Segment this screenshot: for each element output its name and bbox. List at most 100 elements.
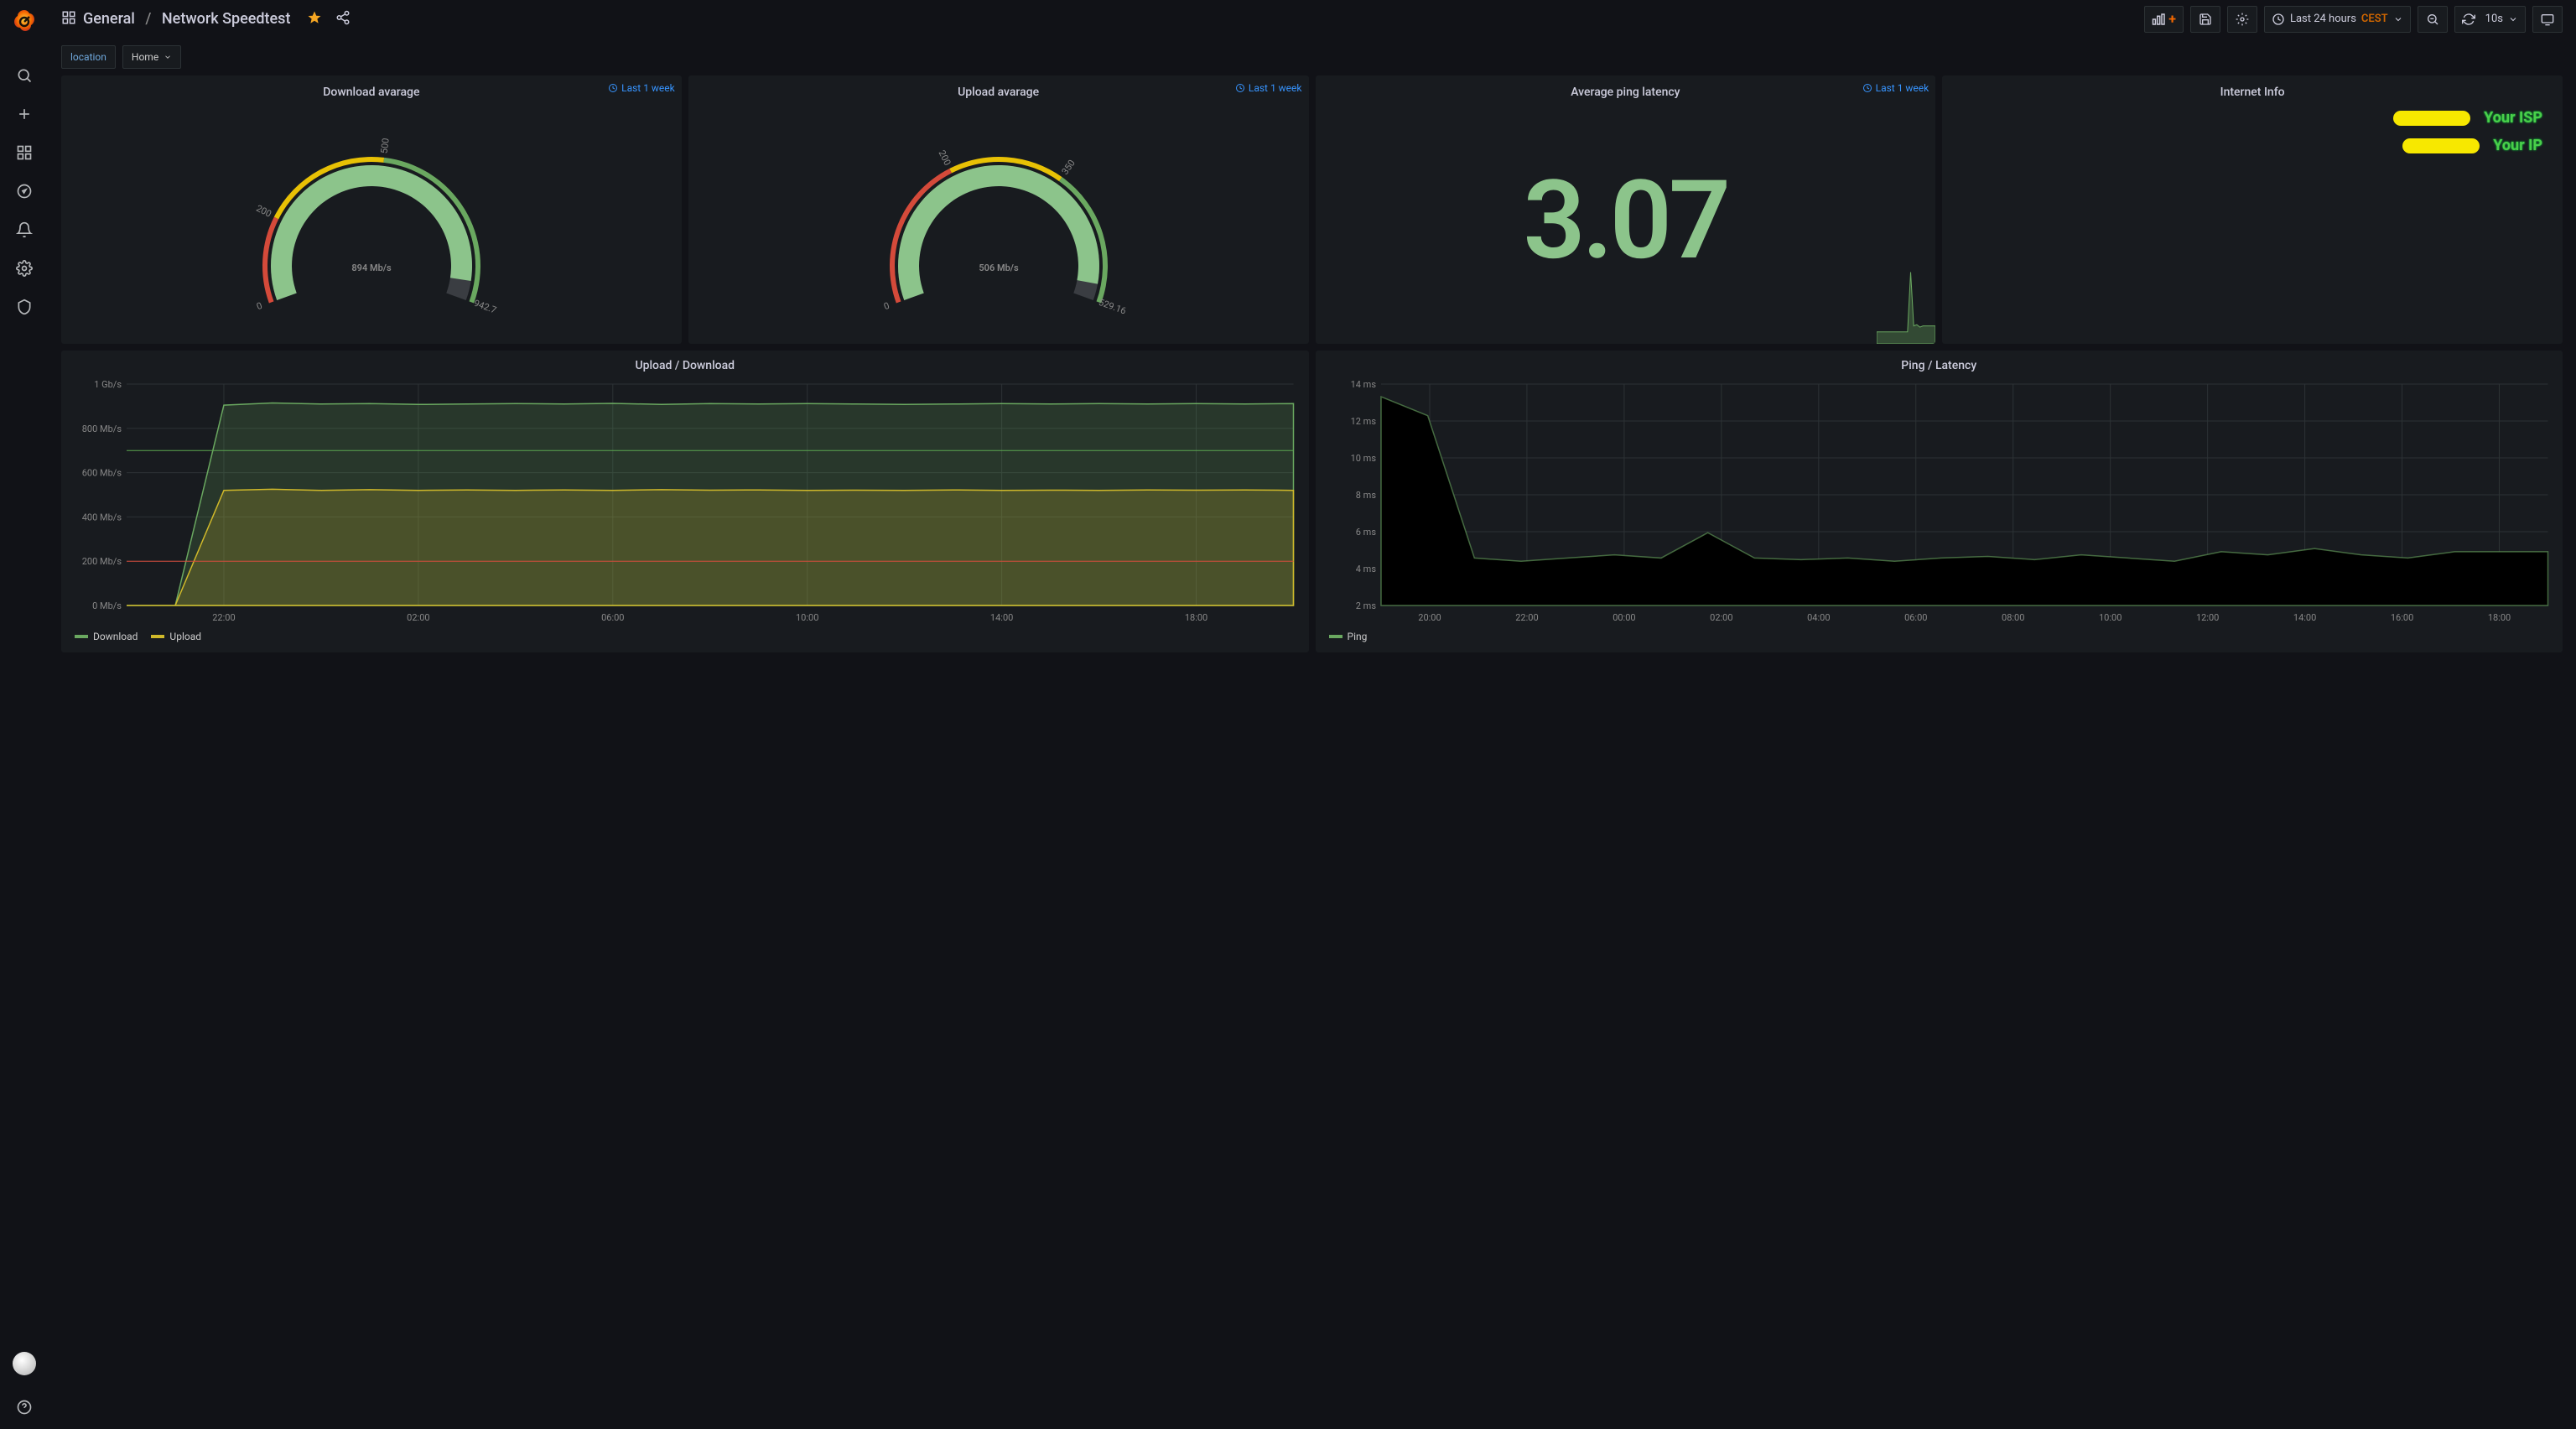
panel-download-gauge[interactable]: Download avarage Last 1 week 0 200 500 942.… [61, 75, 682, 344]
plus-icon[interactable] [8, 97, 41, 131]
panel-title: Download avarage [323, 86, 419, 99]
panel-ping-chart[interactable]: Ping / Latency 2 ms4 ms6 ms8 ms10 ms12 m… [1316, 351, 2563, 652]
svg-text:06:00: 06:00 [601, 612, 624, 623]
search-icon[interactable] [8, 59, 41, 92]
svg-text:00:00: 00:00 [1613, 612, 1635, 623]
svg-text:14:00: 14:00 [990, 612, 1013, 623]
dashboard-settings-button[interactable] [2227, 6, 2257, 33]
configuration-icon[interactable] [8, 252, 41, 285]
nav-sidebar [0, 0, 48, 1429]
svg-text:18:00: 18:00 [1185, 612, 1208, 623]
svg-text:1 Gb/s: 1 Gb/s [94, 379, 122, 390]
svg-text:0: 0 [882, 300, 891, 312]
svg-text:500: 500 [379, 138, 392, 154]
save-dashboard-button[interactable] [2190, 6, 2220, 33]
timeseries-chart: 0 Mb/s 200 Mb/s 400 Mb/s 600 Mb/s 800 Mb/s 1 … [68, 374, 1302, 627]
legend-item[interactable]: Upload [151, 631, 201, 642]
svg-text:14 ms: 14 ms [1350, 379, 1376, 390]
legend-item[interactable]: Ping [1329, 631, 1368, 642]
svg-text:4 ms: 4 ms [1355, 564, 1376, 574]
panel-timeshift: Last 1 week [608, 82, 675, 94]
svg-text:12:00: 12:00 [2195, 612, 2218, 623]
panel-title: Average ping latency [1571, 86, 1680, 99]
svg-text:08:00: 08:00 [2002, 612, 2024, 623]
chart-legend: Download Upload [68, 627, 1302, 646]
svg-text:6 ms: 6 ms [1355, 527, 1376, 538]
svg-text:600 Mb/s: 600 Mb/s [82, 468, 122, 479]
variable-value-dropdown[interactable]: Home [122, 45, 181, 69]
chart-legend: Ping [1322, 627, 2557, 646]
panel-title: Internet Info [2220, 86, 2285, 99]
breadcrumb-dashboard[interactable]: Network Speedtest [162, 10, 291, 28]
svg-text:10:00: 10:00 [2098, 612, 2121, 623]
alerting-icon[interactable] [8, 213, 41, 247]
explore-icon[interactable] [8, 174, 41, 208]
panel-title: Upload / Download [635, 359, 735, 372]
svg-text:529.16: 529.16 [1097, 297, 1127, 317]
server-admin-icon[interactable] [8, 290, 41, 324]
time-range-label: Last 24 hours [2290, 13, 2356, 25]
refresh-button[interactable]: 10s [2454, 6, 2526, 33]
gauge-svg: 0 200 500 942.7 894 Mb/s [237, 111, 506, 329]
star-icon[interactable] [307, 10, 322, 29]
svg-text:22:00: 22:00 [1515, 612, 1538, 623]
svg-text:16:00: 16:00 [2390, 612, 2412, 623]
svg-text:506 Mb/s: 506 Mb/s [979, 262, 1019, 273]
svg-text:200: 200 [254, 203, 273, 220]
svg-text:8 ms: 8 ms [1355, 490, 1376, 501]
svg-text:02:00: 02:00 [407, 612, 429, 623]
big-stat-value: 3.07 [1322, 102, 1929, 337]
timezone-label: CEST [2361, 13, 2388, 25]
help-icon[interactable] [8, 1390, 41, 1424]
svg-text:942.7: 942.7 [472, 298, 497, 316]
info-label: Your ISP [2484, 109, 2542, 127]
user-avatar[interactable] [13, 1352, 36, 1375]
svg-text:06:00: 06:00 [1904, 612, 1927, 623]
time-range-picker[interactable]: Last 24 hours CEST [2264, 6, 2411, 33]
svg-text:22:00: 22:00 [212, 612, 235, 623]
svg-text:0 Mb/s: 0 Mb/s [92, 600, 122, 611]
svg-text:200 Mb/s: 200 Mb/s [82, 556, 122, 567]
top-toolbar: General / Network Speedtest + Last 24 ho… [48, 0, 2576, 39]
zoom-out-button[interactable] [2418, 6, 2448, 33]
info-row-ip: Your IP [1949, 130, 2556, 158]
panel-timeshift: Last 1 week [1862, 82, 1929, 94]
breadcrumb-folder[interactable]: General [83, 10, 135, 28]
breadcrumb[interactable]: General / Network Speedtest [83, 10, 290, 28]
svg-text:894 Mb/s: 894 Mb/s [351, 262, 392, 273]
variable-name-chip: location [61, 45, 116, 69]
info-row-isp: Your ISP [1949, 102, 2556, 130]
variable-row: location Home [48, 39, 2576, 75]
share-icon[interactable] [335, 10, 351, 29]
svg-text:400 Mb/s: 400 Mb/s [82, 512, 122, 522]
timeseries-chart: 2 ms4 ms6 ms8 ms10 ms12 ms14 ms20:0022:0… [1322, 374, 2557, 627]
svg-text:04:00: 04:00 [1807, 612, 1830, 623]
panel-ping-latency[interactable]: Average ping latency Last 1 week 3.07 [1316, 75, 1936, 344]
svg-text:800 Mb/s: 800 Mb/s [82, 424, 122, 434]
info-label: Your IP [2493, 137, 2542, 154]
panel-upload-gauge[interactable]: Upload avarage Last 1 week 0200350529.16… [688, 75, 1309, 344]
svg-text:12 ms: 12 ms [1350, 416, 1376, 427]
svg-text:10:00: 10:00 [796, 612, 818, 623]
legend-item[interactable]: Download [75, 631, 138, 642]
svg-text:2 ms: 2 ms [1355, 600, 1376, 611]
sparkline [1877, 268, 1935, 344]
redacted-value [2393, 111, 2470, 126]
panel-timeshift: Last 1 week [1235, 82, 1302, 94]
redacted-value [2402, 138, 2480, 153]
breadcrumb-separator: / [145, 10, 151, 28]
svg-text:18:00: 18:00 [2487, 612, 2510, 623]
dashboards-icon[interactable] [8, 136, 41, 169]
tv-mode-button[interactable] [2532, 6, 2563, 33]
panel-title: Upload avarage [958, 86, 1039, 99]
apps-icon[interactable] [61, 10, 76, 29]
svg-text:0: 0 [255, 300, 263, 312]
svg-text:20:00: 20:00 [1418, 612, 1441, 623]
svg-text:350: 350 [1059, 158, 1077, 177]
panel-upload-download[interactable]: Upload / Download 0 Mb/s 200 Mb/s 400 Mb/s… [61, 351, 1309, 652]
grafana-logo-icon[interactable] [11, 8, 38, 35]
svg-text:02:00: 02:00 [1710, 612, 1732, 623]
panel-internet-info[interactable]: Internet Info Your ISP Your IP [1942, 75, 2563, 344]
add-panel-button[interactable]: + [2144, 6, 2184, 33]
svg-text:14:00: 14:00 [2293, 612, 2315, 623]
